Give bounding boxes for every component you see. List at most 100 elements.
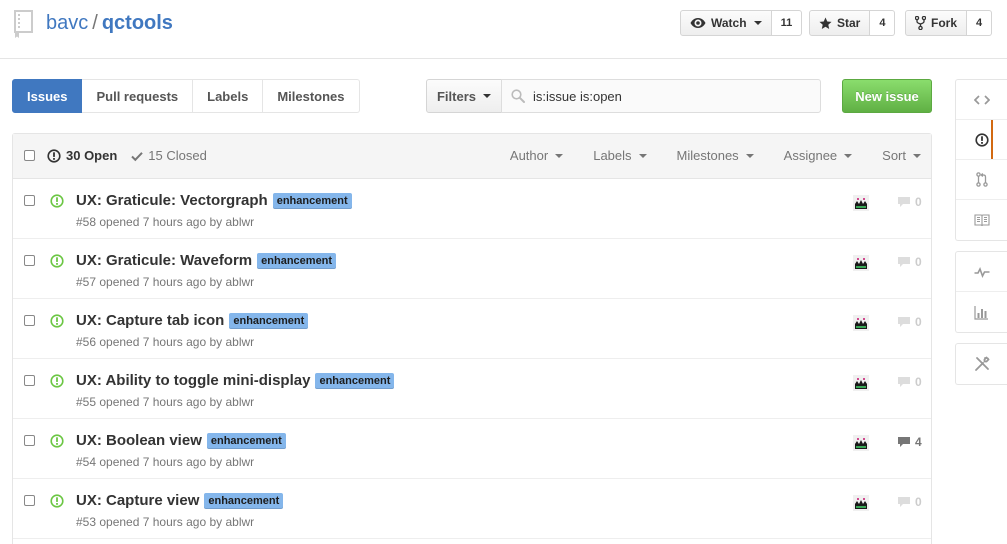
nav-pull-requests[interactable] [956,160,1007,200]
open-count: 30 Open [66,148,118,163]
issue-title-group: UX: Ability to toggle mini-display enhan… [76,372,395,389]
label-enhancement[interactable]: enhancement [204,492,284,509]
avatar[interactable] [853,195,869,211]
select-all-checkbox[interactable] [24,150,35,161]
tab-pull-requests[interactable]: Pull requests [82,79,194,113]
comment-count-value: 0 [915,255,922,269]
label-enhancement[interactable]: enhancement [315,372,395,389]
assignee-menu-label: Assignee [783,148,838,163]
issue-title-link[interactable]: UX: Capture tab icon [76,312,224,329]
tab-milestones[interactable]: Milestones [263,79,360,113]
watch-button[interactable]: Watch [680,10,772,36]
issue-title-link[interactable]: UX: Ability to toggle mini-display [76,372,310,389]
watch-label: Watch [711,16,747,30]
chevron-down-icon [745,153,754,158]
label-enhancement[interactable]: enhancement [206,432,286,449]
tab-labels[interactable]: Labels [193,79,264,113]
open-filter[interactable]: 30 Open [47,148,117,163]
assignee-menu[interactable]: Assignee [783,148,853,163]
repo-name-link[interactable]: qctools [102,12,173,34]
nav-issues[interactable] [956,120,1007,160]
chevron-down-icon [483,94,491,98]
issue-checkbox[interactable] [24,375,35,386]
search-input[interactable] [533,88,803,104]
author-menu[interactable]: Author [510,148,564,163]
comment-icon [898,437,910,447]
search-box [501,79,821,113]
label-enhancement[interactable]: enhancement [229,312,309,329]
issue-meta: #56 opened 7 hours ago by ablwr [76,335,254,349]
avatar[interactable] [853,255,869,271]
issue-opened-icon [50,254,64,268]
issue-checkbox[interactable] [24,315,35,326]
avatar[interactable] [853,315,869,331]
labels-menu[interactable]: Labels [593,148,647,163]
nav-code[interactable] [956,80,1007,120]
issue-title-group: UX: Graticule: Vectorgraph enhancement [76,192,352,209]
label-enhancement[interactable]: enhancement [257,252,337,269]
issue-meta: #58 opened 7 hours ago by ablwr [76,215,254,229]
check-icon [131,151,144,161]
avatar[interactable] [853,495,869,511]
star-button[interactable]: Star [809,10,871,36]
table-row[interactable]: UX: Graticule: Vectorgraph enhancement #… [13,179,931,239]
issue-checkbox[interactable] [24,495,35,506]
nav-pulse[interactable] [956,252,1007,292]
comment-count[interactable]: 0 [897,375,922,389]
avatar[interactable] [853,435,869,451]
filter-menus: Author Labels Milestones Assignee Sort [510,148,921,163]
label-enhancement[interactable]: enhancement [272,192,352,209]
table-row[interactable]: UX: Graticule: Waveform enhancement #57 … [13,239,931,299]
fork-count[interactable]: 4 [967,10,993,36]
comment-count[interactable]: 0 [897,495,922,509]
new-issue-button[interactable]: New issue [842,79,932,113]
search-icon [511,89,525,103]
issue-author-link[interactable]: ablwr [225,515,254,529]
repo-owner-link[interactable]: bavc [46,12,88,34]
graphs-icon [974,305,988,320]
watch-count[interactable]: 11 [771,10,803,36]
issue-author-link[interactable]: ablwr [225,335,254,349]
filters-button[interactable]: Filters [426,79,502,113]
comment-count[interactable]: 4 [897,435,922,449]
avatar[interactable] [853,375,869,391]
table-row[interactable]: UX: Capture view enhancement #53 opened … [13,479,931,539]
comment-count[interactable]: 0 [897,315,922,329]
repo-icon [14,10,33,38]
nav-settings[interactable] [956,344,1007,384]
issue-title-group: UX: Boolean view enhancement [76,432,286,449]
nav-graphs[interactable] [956,292,1007,332]
issue-meta-text: #56 opened 7 hours ago by [76,335,226,349]
issue-checkbox[interactable] [24,435,35,446]
star-count[interactable]: 4 [870,10,896,36]
issue-title-link[interactable]: UX: Boolean view [76,432,202,449]
chevron-down-icon [638,153,647,158]
table-row[interactable]: UX: Boolean view enhancement #54 opened … [13,419,931,479]
issue-meta-text: #54 opened 7 hours ago by [76,455,226,469]
fork-button[interactable]: Fork [905,10,968,36]
issue-title-link[interactable]: UX: Graticule: Vectorgraph [76,192,268,209]
issue-opened-icon [50,494,64,508]
issue-author-link[interactable]: ablwr [225,275,254,289]
comment-count[interactable]: 0 [897,195,922,209]
issue-author-link[interactable]: ablwr [225,395,254,409]
closed-filter[interactable]: 15 Closed [131,148,207,163]
comment-count[interactable]: 0 [897,255,922,269]
issue-checkbox[interactable] [24,195,35,206]
table-row[interactable]: UX: Ability to toggle mini-display enhan… [13,359,931,419]
issue-title-link[interactable]: UX: Graticule: Waveform [76,252,252,269]
code-icon [973,94,990,105]
chevron-down-icon [753,21,762,25]
issue-author-link[interactable]: ablwr [225,455,254,469]
table-row[interactable]: UX: Capture tab icon enhancement #56 ope… [13,299,931,359]
issue-author-link[interactable]: ablwr [225,215,254,229]
closed-count: 15 Closed [148,148,207,163]
issue-checkbox[interactable] [24,255,35,266]
issue-title-link[interactable]: UX: Capture view [76,492,199,509]
tab-issues[interactable]: Issues [12,79,83,113]
milestones-menu[interactable]: Milestones [677,148,754,163]
nav-wiki[interactable] [956,200,1007,240]
comment-count-value: 4 [915,435,922,449]
sort-menu[interactable]: Sort [882,148,921,163]
chevron-down-icon [913,153,921,158]
